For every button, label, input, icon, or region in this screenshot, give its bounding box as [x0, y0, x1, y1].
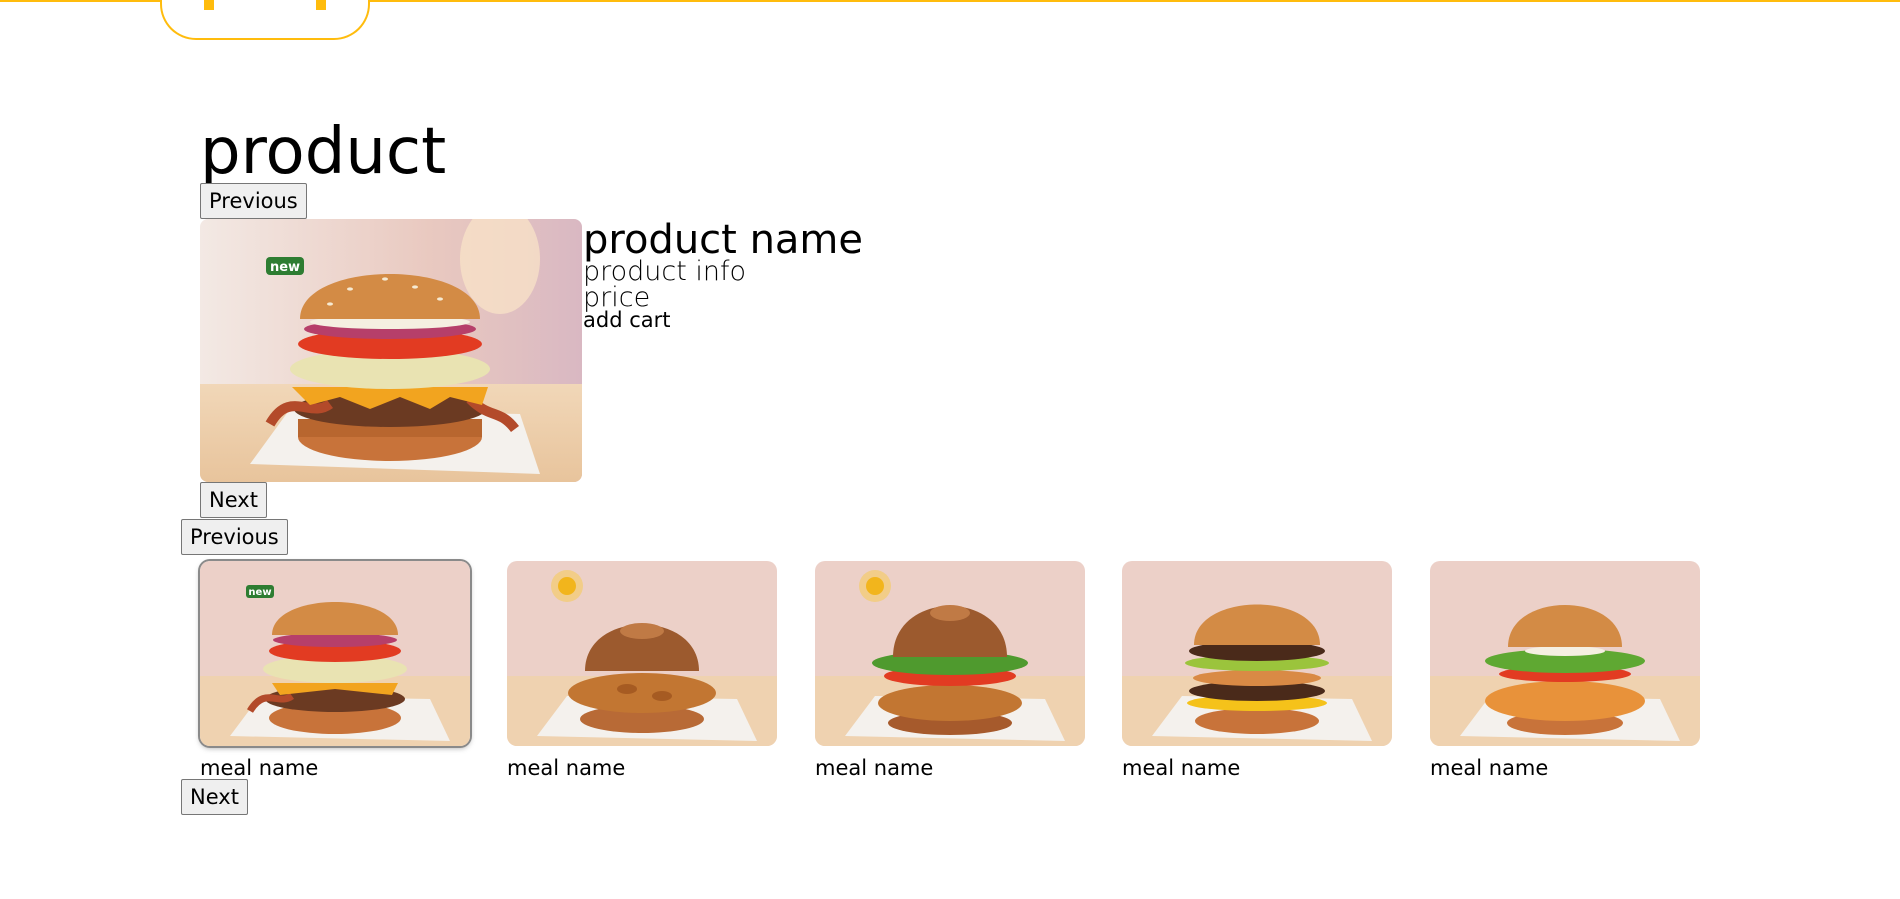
meal-thumbnail[interactable]	[815, 561, 1085, 746]
product-next-button[interactable]: Next	[200, 482, 267, 518]
meal-name: meal name	[1122, 756, 1241, 780]
meal-thumbnail[interactable]	[1122, 561, 1392, 746]
double-burger-image	[1122, 561, 1392, 746]
chicken-lettuce-tomato-sandwich-image	[815, 561, 1085, 746]
meal-card[interactable]: meal name	[507, 561, 777, 780]
logo-tab[interactable]	[160, 0, 370, 40]
page-title: product	[200, 115, 447, 189]
svg-text:new: new	[270, 260, 300, 275]
meal-name: meal name	[815, 756, 934, 780]
product-image: new	[200, 219, 582, 482]
meal-name: meal name	[1430, 756, 1549, 780]
burger-bacon-tomato-image: new	[200, 561, 470, 746]
product-previous-button[interactable]: Previous	[200, 183, 307, 219]
burger-bacon-tomato-image: new	[200, 219, 582, 482]
meal-card[interactable]: meal name	[1122, 561, 1392, 780]
meals-next-button[interactable]: Next	[181, 779, 248, 815]
meal-card[interactable]: new meal name	[200, 561, 470, 780]
add-cart-button[interactable]: add cart	[583, 308, 671, 332]
meal-name: meal name	[507, 756, 626, 780]
chicken-lettuce-burger-image	[1430, 561, 1700, 746]
meals-previous-button[interactable]: Previous	[181, 519, 288, 555]
meal-name: meal name	[200, 756, 319, 780]
meal-thumbnail[interactable]	[507, 561, 777, 746]
crispy-chicken-sandwich-image	[507, 561, 777, 746]
meal-card[interactable]: meal name	[815, 561, 1085, 780]
new-badge-icon: new	[266, 257, 304, 275]
meal-thumbnail[interactable]: new	[200, 561, 470, 746]
meal-thumbnail[interactable]	[1430, 561, 1700, 746]
logo-mark-right	[316, 0, 326, 10]
logo-mark-left	[204, 0, 214, 10]
meal-card[interactable]: meal name	[1430, 561, 1700, 780]
svg-text:new: new	[248, 587, 271, 598]
